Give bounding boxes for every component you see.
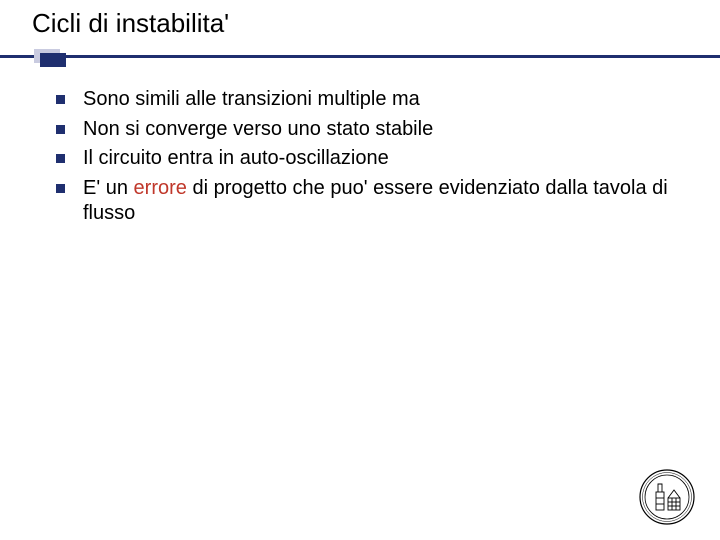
list-item-text: Il circuito entra in auto-oscillazione	[83, 146, 680, 172]
square-bullet-icon	[56, 95, 65, 104]
rule-accent-dark	[40, 53, 66, 67]
list-item-text: Non si converge verso uno stato stabile	[83, 117, 680, 143]
rule-line	[0, 55, 720, 58]
list-item: Non si converge verso uno stato stabile	[56, 117, 680, 143]
list-item: E' un errore di progetto che puo' essere…	[56, 176, 680, 227]
title-rule	[0, 49, 720, 65]
list-item: Il circuito entra in auto-oscillazione	[56, 146, 680, 172]
seal-icon	[638, 468, 696, 526]
list-item-text: Sono simili alle transizioni multiple ma	[83, 87, 680, 113]
list-item: Sono simili alle transizioni multiple ma	[56, 87, 680, 113]
slide-title: Cicli di instabilita'	[0, 0, 720, 49]
bullet-list: Sono simili alle transizioni multiple ma…	[0, 87, 720, 227]
square-bullet-icon	[56, 154, 65, 163]
square-bullet-icon	[56, 125, 65, 134]
list-item-text: E' un errore di progetto che puo' essere…	[83, 176, 680, 227]
square-bullet-icon	[56, 184, 65, 193]
